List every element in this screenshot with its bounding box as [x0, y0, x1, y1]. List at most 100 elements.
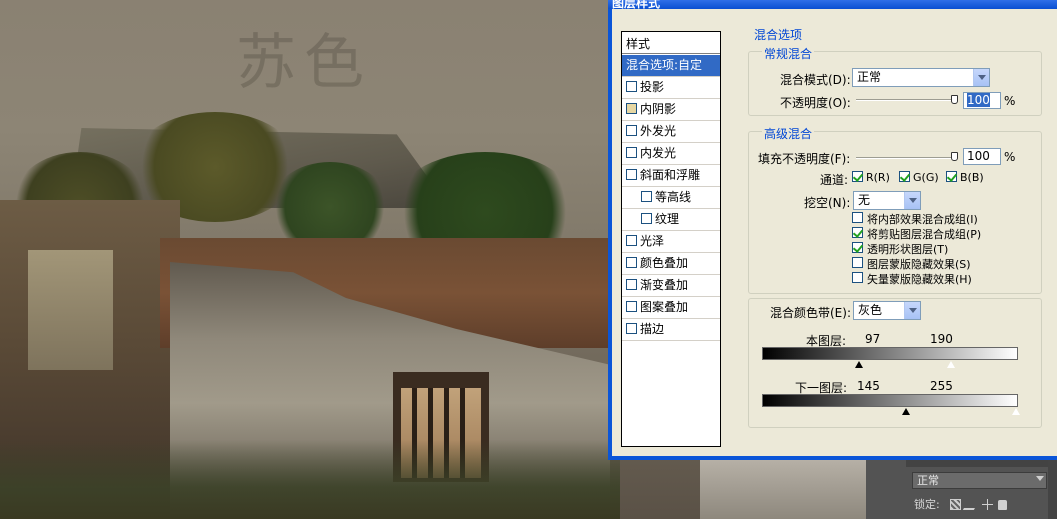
layers-blend-mode-select[interactable]: 正常: [912, 472, 1047, 489]
channel-label: R(R): [866, 171, 890, 184]
style-item-label: 投影: [640, 80, 665, 94]
style-item-label: 内发光: [640, 146, 677, 160]
blending-options-title: 混合选项: [754, 28, 803, 42]
this-layer-high-value: 190: [930, 332, 953, 346]
chevron-down-icon[interactable]: [973, 69, 989, 86]
style-item-checkbox[interactable]: [626, 125, 637, 136]
advanced-option-checkbox[interactable]: [852, 227, 863, 238]
channel-label: G(G): [913, 171, 939, 184]
advanced-option-label: 将内部效果混合成组(I): [867, 213, 978, 226]
lock-transparency-icon[interactable]: [950, 499, 961, 510]
style-item-label: 图案叠加: [640, 300, 689, 314]
style-item-label: 颜色叠加: [640, 256, 689, 270]
style-item-checkbox[interactable]: [626, 169, 637, 180]
advanced-option-checkbox[interactable]: [852, 242, 863, 253]
layers-blend-mode-value: 正常: [917, 474, 939, 487]
fill-opacity-label: 填充不透明度(F):: [758, 152, 851, 166]
general-blending-title: 常规混合: [762, 45, 815, 62]
photo-left-wall-light: [28, 250, 113, 370]
underlying-layer-white-slider[interactable]: [1011, 407, 1021, 416]
blend-if-label: 混合颜色带(E):: [770, 306, 851, 320]
photo-right-building: [700, 460, 880, 519]
style-item-label: 描边: [640, 322, 665, 336]
this-layer-gradient-bar: [762, 347, 1018, 360]
style-item-checkbox[interactable]: [626, 81, 637, 92]
chevron-down-icon[interactable]: [904, 192, 920, 209]
style-item-label: 纹理: [655, 212, 680, 226]
blend-mode-select[interactable]: 正常: [852, 68, 990, 87]
knockout-label: 挖空(N):: [804, 196, 851, 210]
dialog-titlebar[interactable]: [608, 0, 1057, 9]
dialog-right-edge: [1049, 25, 1057, 450]
style-item[interactable]: 内发光: [622, 143, 720, 165]
advanced-option-checkbox[interactable]: [852, 272, 863, 283]
style-item-label: 斜面和浮雕: [640, 168, 701, 182]
style-item[interactable]: 混合选项:自定: [622, 55, 720, 77]
channels-label: 通道:: [820, 173, 849, 187]
style-item[interactable]: 斜面和浮雕: [622, 165, 720, 187]
style-item-label: 等高线: [655, 190, 692, 204]
underlying-layer-black-slider[interactable]: [902, 408, 911, 415]
opacity-slider-track[interactable]: [856, 99, 956, 101]
lock-position-move-icon[interactable]: [982, 499, 993, 510]
style-item-label: 渐变叠加: [640, 278, 689, 292]
dialog-title: 图层样式: [612, 0, 661, 10]
this-layer-white-slider[interactable]: [946, 360, 957, 369]
knockout-select[interactable]: 无: [853, 191, 921, 210]
advanced-option-checkbox[interactable]: [852, 257, 863, 268]
style-item[interactable]: 描边: [622, 319, 720, 341]
style-item-checkbox[interactable]: [626, 103, 637, 114]
layers-lock-label: 锁定:: [914, 498, 940, 511]
style-item-checkbox[interactable]: [641, 191, 652, 202]
fill-opacity-slider-thumb[interactable]: [951, 152, 958, 161]
style-item[interactable]: 等高线: [622, 187, 720, 209]
chevron-down-icon[interactable]: [904, 302, 920, 319]
blend-if-select[interactable]: 灰色: [853, 301, 921, 320]
opacity-input[interactable]: 100: [963, 92, 1001, 109]
style-item-checkbox[interactable]: [626, 257, 637, 268]
style-item[interactable]: 外发光: [622, 121, 720, 143]
opacity-input-value: 100: [967, 93, 990, 107]
style-item-label: 混合选项:自定: [626, 58, 703, 72]
style-item-label: 外发光: [640, 124, 677, 138]
style-item-label: 内阴影: [640, 102, 677, 116]
channel-checkbox[interactable]: [852, 171, 863, 182]
opacity-unit: %: [1004, 94, 1016, 108]
knockout-value: 无: [858, 193, 871, 207]
style-item-checkbox[interactable]: [626, 147, 637, 158]
style-item-checkbox[interactable]: [626, 279, 637, 290]
layers-panel-edge: [1048, 460, 1057, 519]
underlying-layer-gradient-bar: [762, 394, 1018, 407]
style-item-checkbox[interactable]: [626, 301, 637, 312]
style-item[interactable]: 颜色叠加: [622, 253, 720, 275]
fill-opacity-input[interactable]: 100: [963, 148, 1001, 165]
photo-ground-flowers: [0, 440, 620, 519]
style-item[interactable]: 图案叠加: [622, 297, 720, 319]
blend-if-value: 灰色: [858, 303, 883, 317]
opacity-label: 不透明度(O):: [780, 96, 851, 110]
fill-opacity-slider-track[interactable]: [856, 157, 956, 159]
opacity-slider-thumb[interactable]: [951, 95, 958, 104]
style-item[interactable]: 光泽: [622, 231, 720, 253]
style-item-checkbox[interactable]: [626, 235, 637, 246]
layers-lock-icons: [950, 499, 1007, 511]
this-layer-black-slider[interactable]: [854, 361, 863, 368]
lock-all-icon[interactable]: [998, 500, 1007, 510]
style-item-checkbox[interactable]: [641, 213, 652, 224]
blend-mode-label: 混合模式(D):: [780, 73, 851, 87]
advanced-option-checkbox[interactable]: [852, 212, 863, 223]
style-item-checkbox[interactable]: [626, 323, 637, 334]
channel-checkbox[interactable]: [899, 171, 910, 182]
advanced-blending-title: 高级混合: [762, 125, 815, 142]
lock-image-brush-icon[interactable]: [962, 499, 981, 510]
style-item[interactable]: 投影: [622, 77, 720, 99]
fill-opacity-unit: %: [1004, 150, 1016, 164]
style-item[interactable]: 内阴影: [622, 99, 720, 121]
style-item[interactable]: 纹理: [622, 209, 720, 231]
advanced-option-label: 图层蒙版隐藏效果(S): [867, 258, 971, 271]
style-item[interactable]: 渐变叠加: [622, 275, 720, 297]
advanced-option-label: 将剪贴图层混合成组(P): [867, 228, 982, 241]
style-item-label: 光泽: [640, 234, 665, 248]
watermark-text: 苏色: [236, 28, 372, 98]
channel-checkbox[interactable]: [946, 171, 957, 182]
